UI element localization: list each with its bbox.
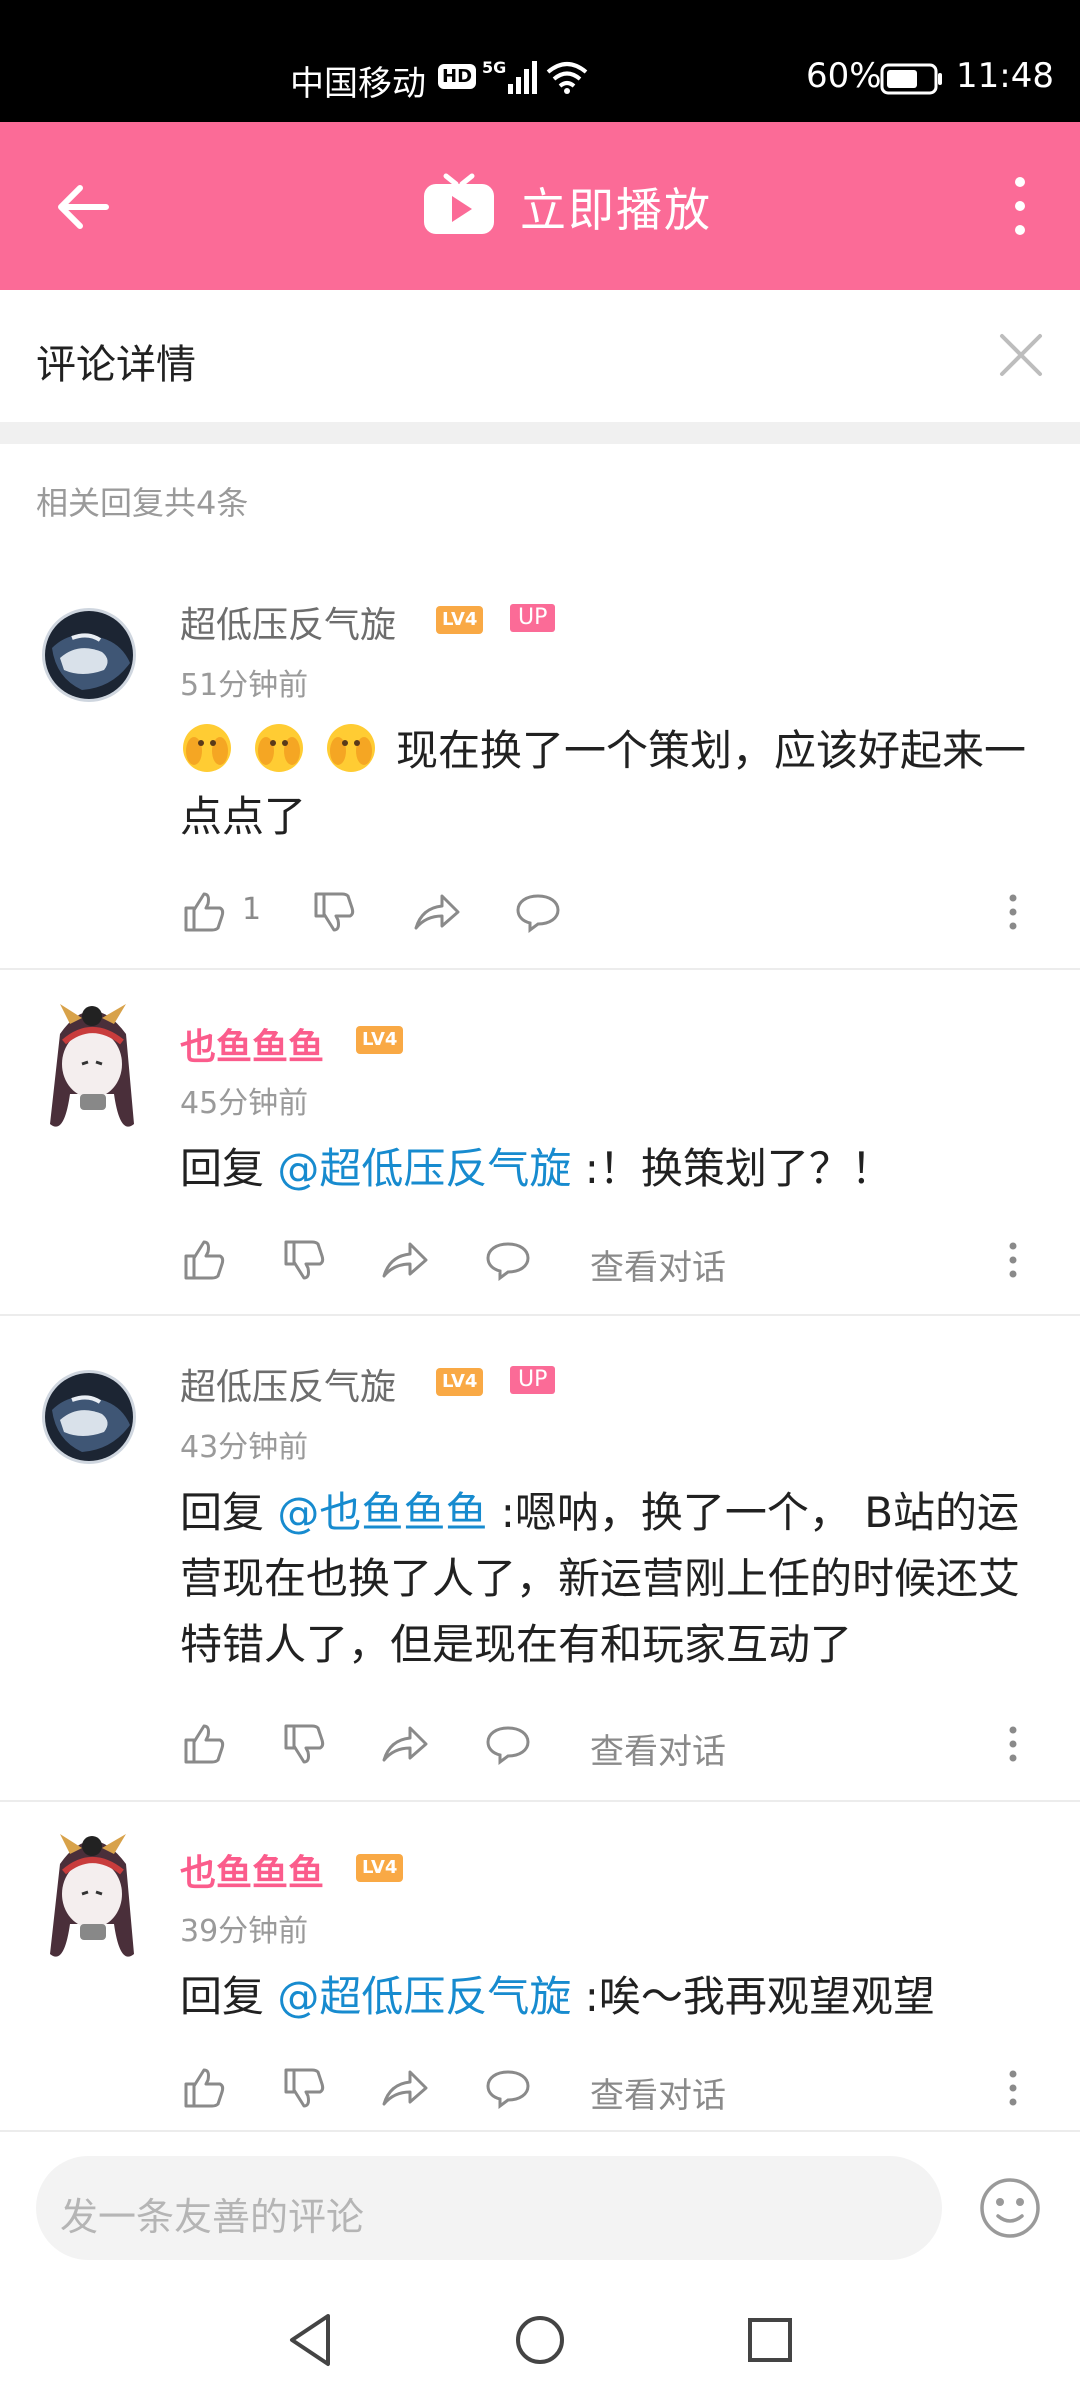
up-badge: UP [510,1366,556,1394]
view-conversation-link[interactable]: 查看对话 [590,1240,726,1289]
share-icon[interactable] [380,1236,428,1284]
face-with-hands-emoji-icon [327,724,375,772]
nav-home-icon[interactable] [512,2310,568,2370]
thumbs-down-icon[interactable] [280,1720,328,1768]
carrier-label: 中国移动 [290,64,426,104]
share-icon[interactable] [380,1720,428,1768]
tv-play-icon[interactable] [422,172,496,238]
comment-detail-header: 评论详情 [0,290,1080,422]
reply-count: 相关回复共4条 [36,484,249,522]
mention-link[interactable]: @超低压反气旋 [277,1144,571,1193]
thumbs-up-icon[interactable] [180,1720,228,1768]
comment-input-bar: 发一条友善的评论 [0,2130,1080,2282]
comment-item: 超低压反气旋 LV4 UP 51分钟前 现在换了一个策划，应该好起来一点点了 1 [0,560,1080,970]
wifi-icon [546,62,588,94]
section-divider [0,422,1080,444]
earth-avatar-image [42,608,136,702]
comment-more-icon[interactable] [998,888,1028,936]
battery-percent: 60% [806,56,882,96]
reply-bubble-icon[interactable] [484,1236,532,1284]
comment-input-placeholder: 发一条友善的评论 [60,2195,365,2239]
close-icon[interactable] [996,330,1046,380]
back-arrow-icon[interactable] [48,172,118,242]
view-conversation-link[interactable]: 查看对话 [590,1724,726,1773]
comment-text: 现在换了一个策划，应该好起来一点点了 [180,718,1040,850]
view-conversation-link[interactable]: 查看对话 [590,2068,726,2117]
comment-more-icon[interactable] [998,2064,1028,2112]
thumbs-up-icon[interactable] [180,2064,228,2112]
signal-icon [508,61,537,94]
timestamp: 51分钟前 [180,668,309,703]
comment-text: 回复 @超低压反气旋 :！换策划了？！ [180,1136,1040,1202]
thumbs-down-icon[interactable] [280,1236,328,1284]
comment-more-icon[interactable] [998,1236,1028,1284]
level-badge: LV4 [436,1368,484,1396]
avatar[interactable] [42,608,136,702]
reply-bubble-icon[interactable] [484,1720,532,1768]
level-badge: LV4 [356,1026,404,1054]
timestamp: 43分钟前 [180,1430,309,1465]
thumbs-down-icon[interactable] [310,888,358,936]
reply-prefix: 回复 [180,1972,278,2021]
mention-link[interactable]: @也鱼鱼鱼 [277,1488,487,1537]
comment-body: 现在换了一个策划，应该好起来一点点了 [180,726,1027,841]
comment-text: 回复 @也鱼鱼鱼 :嗯呐，换了一个， B站的运营现在也换了人了，新运营刚上任的时… [180,1480,1040,1678]
level-badge: LV4 [356,1854,404,1882]
username[interactable]: 超低压反气旋 [180,1358,396,1410]
clock: 11:48 [956,56,1054,96]
comment-more-icon[interactable] [998,1720,1028,1768]
timestamp: 45分钟前 [180,1086,309,1121]
system-nav-bar [0,2280,1080,2400]
mention-link[interactable]: @超低压反气旋 [277,1972,571,2021]
network-type: 5G [482,58,507,77]
face-with-hands-emoji-icon [255,724,303,772]
play-now-label[interactable]: 立即播放 [520,174,712,240]
comment-body: :唉～我再观望观望 [571,1972,935,2021]
timestamp: 39分钟前 [180,1914,309,1949]
comment-item: 超低压反气旋 LV4 UP 43分钟前 回复 @也鱼鱼鱼 :嗯呐，换了一个， B… [0,1316,1080,1802]
comment-actions: 1 [180,888,1060,940]
comment-body: :！换策划了？！ [571,1144,893,1193]
hd-badge: HD [438,64,477,89]
avatar[interactable] [42,1370,136,1464]
share-icon[interactable] [380,2064,428,2112]
like-count: 1 [242,892,262,927]
nav-back-icon[interactable] [282,2310,338,2370]
comment-actions: 查看对话 [180,2064,1060,2116]
thumbs-up-icon[interactable] [180,888,228,936]
comment-input[interactable]: 发一条友善的评论 [36,2156,942,2260]
panel-title: 评论详情 [36,342,196,388]
more-vertical-icon[interactable] [1000,174,1040,238]
share-icon[interactable] [412,888,460,936]
comment-item: 也鱼鱼鱼 LV4 45分钟前 回复 @超低压反气旋 :！换策划了？！ 查看对话 [0,970,1080,1316]
reply-prefix: 回复 [180,1488,278,1537]
comment-actions: 查看对话 [180,1720,1060,1772]
reply-prefix: 回复 [180,1144,278,1193]
app-bar: 立即播放 [0,122,1080,290]
username[interactable]: 超低压反气旋 [180,596,396,648]
anime-avatar-image[interactable] [30,1824,154,1974]
comment-item: 也鱼鱼鱼 LV4 39分钟前 回复 @超低压反气旋 :唉～我再观望观望 查看对话 [0,1802,1080,2128]
status-bar: 中国移动 HD 5G 60% 11:48 [0,0,1080,122]
emoji-picker-icon[interactable] [978,2176,1042,2240]
level-badge: LV4 [436,606,484,634]
comment-text: 回复 @超低压反气旋 :唉～我再观望观望 [180,1964,1040,2030]
username[interactable]: 也鱼鱼鱼 [180,1018,324,1070]
face-with-hands-emoji-icon [183,724,231,772]
reply-bubble-icon[interactable] [484,2064,532,2112]
anime-avatar-image[interactable] [30,994,154,1144]
up-badge: UP [510,604,556,632]
battery-icon [880,63,942,95]
thumbs-down-icon[interactable] [280,2064,328,2112]
reply-bubble-icon[interactable] [514,888,562,936]
comment-actions: 查看对话 [180,1236,1060,1288]
thumbs-up-icon[interactable] [180,1236,228,1284]
username[interactable]: 也鱼鱼鱼 [180,1844,324,1896]
earth-avatar-image [42,1370,136,1464]
nav-recents-icon[interactable] [742,2310,798,2370]
